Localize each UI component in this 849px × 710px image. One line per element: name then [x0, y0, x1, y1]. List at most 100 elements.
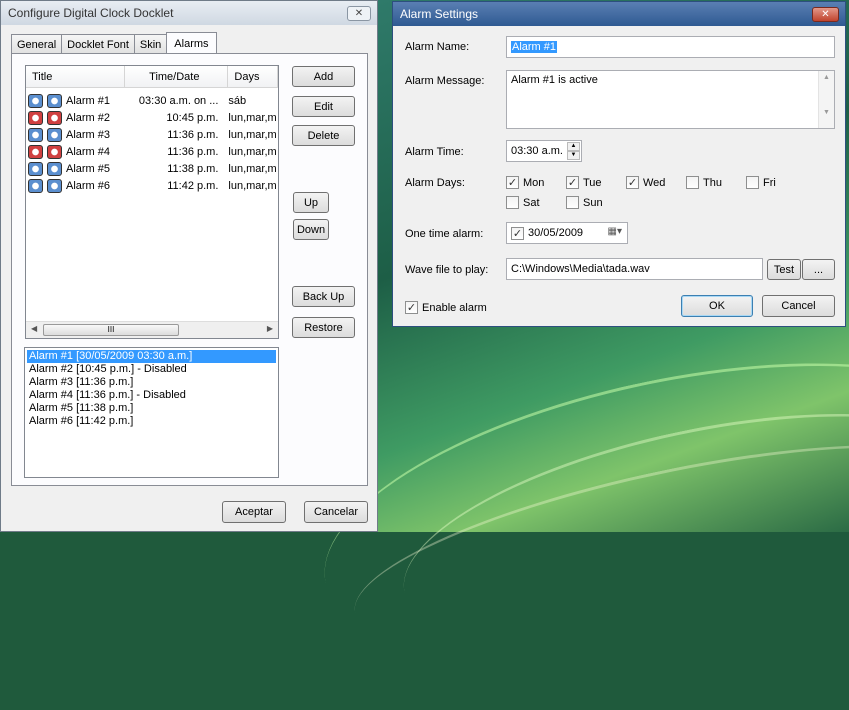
scroll-left-icon[interactable]: ◀	[31, 324, 37, 333]
check-icon: ✓	[626, 176, 639, 189]
checkbox-empty-icon	[686, 176, 699, 189]
calendar-dropdown-icon[interactable]: ▦▾	[608, 226, 622, 237]
alarm-settings-dialog: Alarm Settings ✕ Alarm Name: Alarm #1 Al…	[392, 1, 846, 327]
close-button[interactable]: ✕	[347, 5, 371, 21]
list-item[interactable]: Alarm #3 [11:36 p.m.]	[27, 376, 276, 389]
spin-up-icon[interactable]: ▲	[567, 142, 580, 151]
add-button[interactable]: Add	[292, 66, 355, 87]
enable-alarm-checkbox[interactable]: ✓ Enable alarm	[405, 301, 487, 314]
day-label: Fri	[763, 176, 776, 189]
day-thu-checkbox[interactable]: Thu	[686, 176, 722, 189]
alarm-time-picker[interactable]: 03:30 a.m. ▲ ▼	[506, 140, 582, 162]
list-item[interactable]: Alarm #5 [11:38 p.m.]	[27, 402, 276, 415]
alarm-name-label: Alarm Name:	[405, 41, 470, 53]
day-label: Sat	[523, 196, 540, 209]
list-header: Title Time/Date Days	[26, 66, 278, 88]
alarm-message-value: Alarm #1 is active	[511, 74, 598, 86]
configure-dialog: Configure Digital Clock Docklet ✕ Genera…	[0, 0, 378, 532]
vertical-scrollbar[interactable]: ▲ ▼	[818, 71, 834, 128]
test-button[interactable]: Test	[767, 259, 801, 280]
down-button[interactable]: Down	[293, 219, 329, 240]
horizontal-scrollbar[interactable]: ◀ III ▶	[26, 321, 278, 338]
scroll-thumb[interactable]: III	[43, 324, 179, 336]
up-button[interactable]: Up	[293, 192, 329, 213]
alarm-clock-disabled-icon	[28, 144, 43, 159]
list-item[interactable]: Alarm #5 11:38 p.m. lun,mar,m	[26, 160, 278, 177]
list-item[interactable]: Alarm #6 11:42 p.m. lun,mar,m	[26, 177, 278, 194]
tab-general[interactable]: General	[11, 34, 63, 54]
title-bar: Alarm Settings ✕	[393, 2, 845, 26]
alarm-list-view[interactable]: Title Time/Date Days Alarm #1 03:30 a.m. …	[25, 65, 279, 339]
browse-button[interactable]: ...	[802, 259, 835, 280]
alarm-message-field[interactable]: Alarm #1 is active ▲ ▼	[506, 70, 835, 129]
alarm-summary-list[interactable]: Alarm #1 [30/05/2009 03:30 a.m.] Alarm #…	[24, 347, 279, 478]
list-item[interactable]: Alarm #3 11:36 p.m. lun,mar,m	[26, 126, 278, 143]
alarm-days-label: Alarm Days:	[405, 177, 465, 189]
alarm-name-field[interactable]: Alarm #1	[506, 36, 835, 58]
restore-button[interactable]: Restore	[292, 317, 355, 338]
alarm-time: 03:30 a.m. on ...	[138, 94, 219, 107]
alarm-clock-icon	[47, 127, 62, 142]
wave-file-field[interactable]: C:\Windows\Media\tada.wav	[506, 258, 763, 280]
check-icon: ✓	[405, 301, 418, 314]
alarm-time: 11:36 p.m.	[167, 128, 219, 141]
alarm-title: Alarm #2	[66, 111, 111, 124]
alarm-time: 10:45 p.m.	[166, 111, 219, 124]
wave-file-label: Wave file to play:	[405, 264, 489, 276]
alarm-time: 11:42 p.m.	[167, 179, 219, 192]
time-spinner[interactable]: ▲ ▼	[567, 142, 580, 160]
backup-button[interactable]: Back Up	[292, 286, 355, 307]
date-picker[interactable]: ✓ 30/05/2009 ▦▾	[506, 222, 628, 244]
list-item[interactable]: Alarm #4 [11:36 p.m.] - Disabled	[27, 389, 276, 402]
list-item[interactable]: Alarm #2 10:45 p.m. lun,mar,m	[26, 109, 278, 126]
scroll-right-icon[interactable]: ▶	[267, 324, 273, 333]
list-item[interactable]: Alarm #2 [10:45 p.m.] - Disabled	[27, 363, 276, 376]
alarm-time-label: Alarm Time:	[405, 146, 464, 158]
alarm-clock-icon	[28, 127, 43, 142]
column-header-time[interactable]: Time/Date	[125, 66, 229, 87]
day-label: Mon	[523, 176, 545, 189]
list-item[interactable]: Alarm #1 03:30 a.m. on ... sáb	[26, 92, 278, 109]
dialog-title: Configure Digital Clock Docklet	[8, 6, 174, 20]
checkbox-empty-icon	[746, 176, 759, 189]
check-icon[interactable]: ✓	[511, 226, 524, 240]
check-icon: ✓	[566, 176, 579, 189]
day-wed-checkbox[interactable]: ✓ Wed	[626, 176, 665, 189]
alarm-title: Alarm #6	[66, 179, 111, 192]
list-item[interactable]: Alarm #1 [30/05/2009 03:30 a.m.]	[27, 350, 276, 363]
alarm-title: Alarm #1	[66, 94, 111, 107]
alarm-title: Alarm #3	[66, 128, 111, 141]
list-item[interactable]: Alarm #6 [11:42 p.m.]	[27, 415, 276, 428]
alarm-clock-icon	[47, 93, 62, 108]
column-header-days[interactable]: Days	[228, 66, 278, 87]
tab-docklet-font[interactable]: Docklet Font	[61, 34, 135, 54]
alarm-clock-disabled-icon	[47, 144, 62, 159]
alarm-clock-icon	[47, 161, 62, 176]
day-sun-checkbox[interactable]: Sun	[566, 196, 603, 209]
delete-button[interactable]: Delete	[292, 125, 355, 146]
spin-down-icon[interactable]: ▼	[567, 151, 580, 160]
cancel-button[interactable]: Cancelar	[304, 501, 368, 523]
day-label: Thu	[703, 176, 722, 189]
tab-alarms[interactable]: Alarms	[166, 32, 217, 54]
dialog-title: Alarm Settings	[400, 7, 479, 21]
alarm-days: lun,mar,m	[228, 179, 277, 192]
alarm-clock-icon	[47, 178, 62, 193]
column-header-title[interactable]: Title	[26, 66, 126, 87]
close-button[interactable]: ✕	[812, 6, 839, 22]
day-mon-checkbox[interactable]: ✓ Mon	[506, 176, 544, 189]
ok-button[interactable]: OK	[681, 295, 753, 317]
alarm-clock-icon	[28, 178, 43, 193]
day-sat-checkbox[interactable]: Sat	[506, 196, 540, 209]
wave-file-value: C:\Windows\Media\tada.wav	[511, 263, 650, 275]
accept-button[interactable]: Aceptar	[222, 501, 286, 523]
alarm-clock-disabled-icon	[47, 110, 62, 125]
cancel-button[interactable]: Cancel	[762, 295, 835, 317]
day-fri-checkbox[interactable]: Fri	[746, 176, 776, 189]
list-item[interactable]: Alarm #4 11:36 p.m. lun,mar,m	[26, 143, 278, 160]
day-tue-checkbox[interactable]: ✓ Tue	[566, 176, 602, 189]
tab-skin[interactable]: Skin	[133, 34, 168, 54]
checkbox-empty-icon	[506, 196, 519, 209]
alarm-time: 11:38 p.m.	[167, 162, 219, 175]
edit-button[interactable]: Edit	[292, 96, 355, 117]
